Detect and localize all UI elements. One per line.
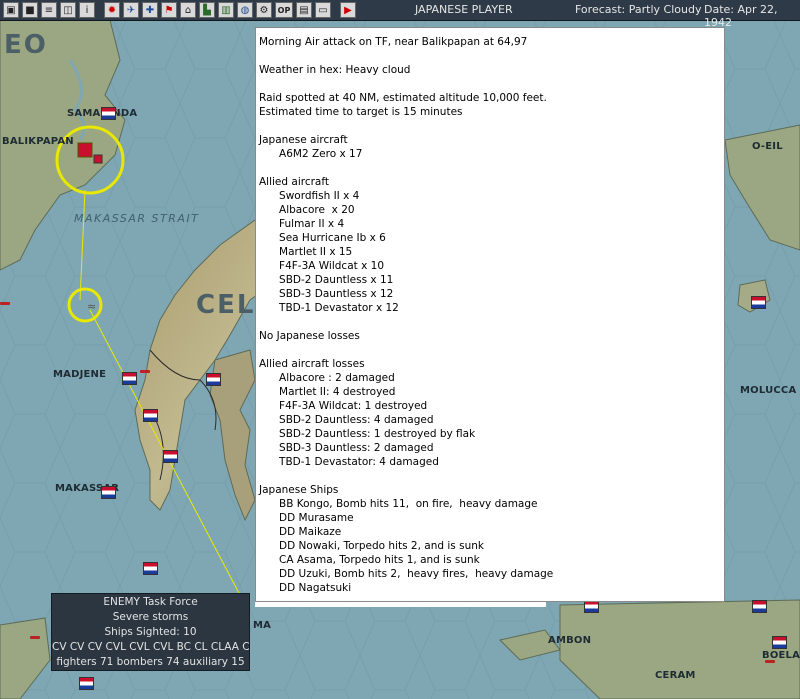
aircraft-icon[interactable]: ✈ bbox=[123, 2, 139, 18]
allied-flag-icon[interactable] bbox=[79, 677, 94, 690]
allied-flag-icon[interactable] bbox=[122, 372, 137, 385]
report-line: Morning Air attack on TF, near Balikpapa… bbox=[259, 36, 528, 48]
report-line: No Japanese losses bbox=[259, 330, 360, 342]
report-line: Albacore : 2 damaged bbox=[259, 372, 395, 384]
report-line: Japanese aircraft bbox=[259, 134, 348, 146]
bar-chart-icon[interactable]: ▥ bbox=[218, 2, 234, 18]
report-line: F4F-3A Wildcat x 10 bbox=[259, 260, 385, 272]
allied-flag-icon[interactable] bbox=[206, 373, 221, 386]
base-icon[interactable]: ⌂ bbox=[180, 2, 196, 18]
report-line: TBD-1 Devastator x 12 bbox=[259, 302, 399, 314]
allied-flag-icon[interactable] bbox=[101, 107, 116, 120]
report-line: SBD-2 Dauntless: 1 destroyed by flak bbox=[259, 428, 476, 440]
allied-flag-icon[interactable] bbox=[752, 600, 767, 613]
report-line: Estimated time to target is 15 minutes bbox=[259, 106, 463, 118]
report-line: DD Murasame bbox=[259, 512, 354, 524]
enemy-tf-ship-types: CV CV CV CVL CVL CVL BC CL CLAA CLAA bbox=[52, 641, 249, 653]
flag-icon[interactable]: ⚑ bbox=[161, 2, 177, 18]
map-label-makassar-strait: MAKASSAR STRAIT bbox=[74, 212, 200, 225]
report-line: Martlet II x 15 bbox=[259, 246, 353, 258]
report-line: Japanese Ships bbox=[259, 484, 339, 496]
date-label: Date: Apr 22, 1942 bbox=[704, 3, 778, 29]
map-label-oeil: O-EIL bbox=[752, 141, 783, 152]
report-line: TBD-1 Devastator: 4 damaged bbox=[259, 456, 439, 468]
map-label-ambon: AMBON bbox=[548, 635, 592, 646]
ground-icon[interactable]: ▙ bbox=[199, 2, 215, 18]
report-line: Swordfish II x 4 bbox=[259, 190, 360, 202]
op-button[interactable]: OP bbox=[275, 2, 293, 18]
save-icon[interactable]: ▣ bbox=[3, 2, 19, 18]
enemy-tf-weather: Severe storms bbox=[112, 611, 189, 623]
ship-icon[interactable] bbox=[765, 660, 775, 663]
enemy-task-force-info[interactable]: ENEMY Task Force Severe storms Ships Sig… bbox=[51, 593, 250, 671]
gear-icon[interactable]: ⚙ bbox=[256, 2, 272, 18]
player-label: JAPANESE PLAYER bbox=[415, 3, 513, 16]
map-label-ma: MA bbox=[253, 620, 272, 631]
report-line: DD Uzuki, Bomb hits 2, heavy fires, heav… bbox=[259, 568, 554, 580]
allied-flag-icon[interactable] bbox=[143, 562, 158, 575]
map-label-madjene: MADJENE bbox=[53, 369, 107, 380]
report-line: A6M2 Zero x 17 bbox=[259, 148, 363, 160]
report-line: Sea Hurricane Ib x 6 bbox=[259, 232, 386, 244]
ship-icon[interactable]: ✚ bbox=[142, 2, 158, 18]
allied-flag-icon[interactable] bbox=[751, 296, 766, 309]
allied-flag-icon[interactable] bbox=[163, 450, 178, 463]
top-toolbar: ▣ ■ ≡ ◫ i ✹ ✈ ✚ ⚑ ⌂ ▙ ▥ ◍ ⚙ OP ▤ ▭ ▶ JAP… bbox=[0, 0, 800, 29]
report-line: DD Nagatsuki bbox=[259, 582, 352, 594]
enemy-tf-title: ENEMY Task Force bbox=[103, 596, 198, 608]
report-line: SBD-3 Dauntless x 12 bbox=[259, 288, 394, 300]
report-line: Allied aircraft bbox=[259, 176, 329, 188]
enemy-tf-aircraft: fighters 71 bombers 74 auxiliary 15 bbox=[56, 656, 245, 668]
combat-report-tail bbox=[255, 602, 546, 607]
report-line: Fulmar II x 4 bbox=[259, 218, 345, 230]
report-line: BB Kongo, Bomb hits 11, on fire, heavy d… bbox=[259, 498, 538, 510]
report-line: DD Nowaki, Torpedo hits 2, and is sunk bbox=[259, 540, 484, 552]
enemy-tf-sighted: Ships Sighted: 10 bbox=[104, 626, 197, 638]
allied-flag-icon[interactable] bbox=[772, 636, 787, 649]
end-turn-icon[interactable]: ■ bbox=[22, 2, 38, 18]
report-line: Albacore x 20 bbox=[259, 204, 355, 216]
ship-icon[interactable] bbox=[140, 370, 150, 373]
report-line: Raid spotted at 40 NM, estimated altitud… bbox=[259, 92, 547, 104]
play-icon[interactable]: ▶ bbox=[340, 2, 356, 18]
forecast-label: Forecast: Partly Cloudy bbox=[575, 3, 702, 16]
chart-icon[interactable]: ◫ bbox=[60, 2, 76, 18]
report-line: F4F-3A Wildcat: 1 destroyed bbox=[259, 400, 428, 412]
ship-icon[interactable] bbox=[0, 302, 10, 305]
ship-icon[interactable] bbox=[30, 636, 40, 639]
japanese-base-icon bbox=[77, 142, 93, 158]
report-line: SBD-2 Dauntless x 11 bbox=[259, 274, 394, 286]
report-line: SBD-2 Dauntless: 4 damaged bbox=[259, 414, 434, 426]
map-label-balikpapan: BALIKPAPAN bbox=[2, 136, 74, 147]
globe-icon[interactable]: ◍ bbox=[237, 2, 253, 18]
map-label-borneo: EO bbox=[4, 30, 48, 60]
report-line: DD Maikaze bbox=[259, 526, 342, 538]
map-label-ceram: CERAM bbox=[655, 670, 696, 681]
report-line: Martlet II: 4 destroyed bbox=[259, 386, 396, 398]
allied-flag-icon[interactable] bbox=[143, 409, 158, 422]
report-line: SBD-3 Dauntless: 2 damaged bbox=[259, 442, 434, 454]
allied-flag-icon[interactable] bbox=[101, 486, 116, 499]
japan-flag-icon[interactable]: ✹ bbox=[104, 2, 120, 18]
report-line: Allied aircraft losses bbox=[259, 358, 365, 370]
report-line: CA Asama, Torpedo hits 1, and is sunk bbox=[259, 554, 480, 566]
window-icon[interactable]: ▭ bbox=[315, 2, 331, 18]
panel-icon[interactable]: ▤ bbox=[296, 2, 312, 18]
report-icon[interactable]: ≡ bbox=[41, 2, 57, 18]
report-line: Weather in hex: Heavy cloud bbox=[259, 64, 411, 76]
svg-text:≈: ≈ bbox=[87, 300, 96, 313]
info-icon[interactable]: i bbox=[79, 2, 95, 18]
map-label-moluccas: MOLUCCA bbox=[740, 385, 797, 396]
